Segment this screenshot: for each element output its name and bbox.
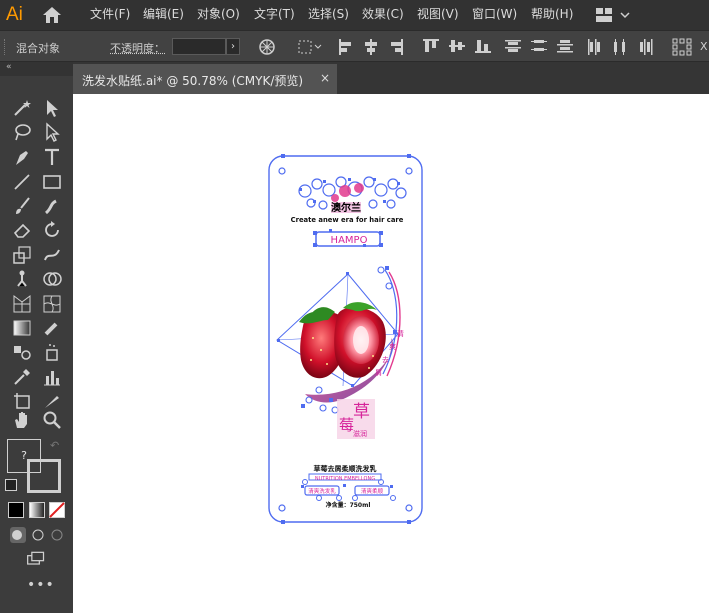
- opacity-label[interactable]: 不透明度：: [110, 40, 165, 56]
- side-char-4: 屑: [375, 369, 382, 377]
- selection-type-label: 混合对象: [16, 42, 60, 55]
- bottom-title: 草莓去屑柔顺洗发乳: [314, 464, 377, 473]
- opacity-arrow-button[interactable]: ›: [226, 38, 240, 55]
- transform-grid-icon[interactable]: [672, 38, 692, 56]
- align-right-icon[interactable]: [390, 38, 404, 56]
- fruit-char-mei: 莓: [339, 416, 354, 434]
- scale-tool-icon[interactable]: [12, 245, 32, 265]
- lasso-tool-icon[interactable]: [12, 122, 32, 142]
- pen-tool-icon[interactable]: [12, 147, 32, 167]
- shape-builder-tool-icon[interactable]: [42, 269, 62, 289]
- menu-window[interactable]: 窗口(W): [472, 6, 517, 22]
- mesh-tool-icon[interactable]: [42, 294, 62, 314]
- gradient-tool-icon[interactable]: [12, 318, 32, 338]
- paintbrush-tool-icon[interactable]: [12, 196, 32, 216]
- align-top-icon[interactable]: [422, 38, 440, 54]
- more-tools-icon[interactable]: •••: [27, 577, 55, 593]
- distribute-left-icon[interactable]: [586, 38, 602, 56]
- strawberry-image: [299, 302, 386, 379]
- distribute-bottom-icon[interactable]: [556, 38, 574, 54]
- zoom-tool-icon[interactable]: [42, 410, 62, 430]
- menu-object[interactable]: 对象(O): [197, 6, 240, 22]
- menu-help[interactable]: 帮助(H): [531, 6, 573, 22]
- btn-right-label: 清爽柔顺: [361, 487, 384, 495]
- perspective-grid-tool-icon[interactable]: [12, 294, 32, 314]
- btn-left-label: 清爽洗发乳: [308, 487, 336, 495]
- draw-inside-icon[interactable]: [48, 525, 68, 545]
- menu-file[interactable]: 文件(F): [90, 6, 130, 22]
- menu-type[interactable]: 文字(T): [254, 6, 295, 22]
- distribute-hcenter-icon[interactable]: [612, 38, 628, 56]
- x-label-clipped: X: [700, 40, 708, 53]
- draw-normal-icon[interactable]: [8, 525, 28, 545]
- slice-tool-icon[interactable]: [42, 391, 62, 411]
- workspace-switcher-icon[interactable]: [596, 7, 632, 23]
- direct-selection-tool-icon[interactable]: [42, 122, 62, 142]
- tools-panel-header: «: [0, 62, 73, 76]
- distribute-vcenter-icon[interactable]: [530, 38, 548, 54]
- draw-behind-icon[interactable]: [29, 525, 49, 545]
- default-fill-stroke-icon[interactable]: [5, 479, 17, 491]
- document-tab-title: 洗发水贴纸.ai* @ 50.78% (CMYK/预览): [82, 74, 304, 88]
- align-vcenter-icon[interactable]: [448, 38, 466, 54]
- control-bar: 混合对象 不透明度： › X: [0, 30, 709, 62]
- eyedropper-tool-icon[interactable]: [12, 367, 32, 387]
- gradient-mode-icon[interactable]: [29, 502, 45, 518]
- document-tab[interactable]: 洗发水贴纸.ai* @ 50.78% (CMYK/预览) ×: [73, 64, 337, 94]
- magic-wand-tool-icon[interactable]: [12, 98, 32, 118]
- hand-tool-icon[interactable]: [12, 410, 32, 430]
- brand-name: 澳尔兰: [331, 201, 361, 214]
- menu-effect[interactable]: 效果(C): [362, 6, 404, 22]
- align-to-icon[interactable]: [298, 38, 324, 56]
- tools-panel: « ? ↶ •••: [0, 62, 73, 613]
- rectangle-tool-icon[interactable]: [42, 172, 62, 192]
- app-logo: Ai: [6, 4, 23, 25]
- sub-label: 滋润: [353, 429, 367, 438]
- menu-view[interactable]: 视图(V): [417, 6, 459, 22]
- side-char-2: 爽: [389, 343, 396, 351]
- warp-tool-icon[interactable]: [42, 245, 62, 265]
- align-bottom-icon[interactable]: [474, 38, 492, 54]
- selection-tool-icon[interactable]: [42, 98, 62, 118]
- tagline: Create anew era for hair care: [291, 216, 404, 224]
- distribute-top-icon[interactable]: [504, 38, 522, 54]
- artboard-artwork[interactable]: 澳尔兰 Create anew era for hair care HAMPO: [73, 94, 709, 613]
- grip: [4, 39, 7, 55]
- screen-mode-icon[interactable]: [26, 549, 46, 569]
- volume-text: 净含量：750ml: [326, 501, 371, 509]
- recolor-icon[interactable]: [258, 38, 276, 56]
- home-icon[interactable]: [42, 6, 62, 24]
- none-mode-icon[interactable]: [49, 502, 65, 518]
- side-char-1: 清: [397, 329, 404, 338]
- stroke-swatch[interactable]: [27, 459, 61, 493]
- align-hcenter-icon[interactable]: [364, 38, 378, 56]
- opacity-input[interactable]: [172, 38, 226, 55]
- swap-fill-stroke-icon[interactable]: ↶: [50, 439, 59, 452]
- type-tool-icon[interactable]: [42, 147, 62, 167]
- line-tool-icon[interactable]: [12, 172, 32, 192]
- menu-select[interactable]: 选择(S): [308, 6, 349, 22]
- puppet-warp-tool-icon[interactable]: [12, 269, 32, 289]
- rotate-tool-icon[interactable]: [42, 220, 62, 240]
- fruit-char-cao: 草: [353, 402, 370, 422]
- menu-bar: Ai 文件(F) 编辑(E) 对象(O) 文字(T) 选择(S) 效果(C) 视…: [0, 0, 709, 30]
- blend-tool-icon[interactable]: [12, 342, 32, 362]
- distribute-right-icon[interactable]: [638, 38, 654, 56]
- symbol-sprayer-tool-icon[interactable]: [42, 342, 62, 362]
- align-left-icon[interactable]: [338, 38, 352, 56]
- bottom-en: NUTRITION EMBELLONG: [315, 476, 375, 482]
- eraser-tool-icon[interactable]: [12, 220, 32, 240]
- eyedropper-alt-tool-icon[interactable]: [42, 318, 62, 338]
- shampoo-text: HAMPO: [331, 235, 368, 246]
- artboard-tool-icon[interactable]: [12, 391, 32, 411]
- close-tab-icon[interactable]: ×: [320, 71, 330, 85]
- blob-brush-tool-icon[interactable]: [42, 196, 62, 216]
- color-mode-icon[interactable]: [8, 502, 24, 518]
- collapse-panel-icon[interactable]: «: [6, 62, 12, 72]
- side-char-3: 去: [382, 355, 389, 364]
- menu-edit[interactable]: 编辑(E): [143, 6, 184, 22]
- graph-tool-icon[interactable]: [42, 367, 62, 387]
- canvas-area[interactable]: 澳尔兰 Create anew era for hair care HAMPO: [73, 94, 709, 613]
